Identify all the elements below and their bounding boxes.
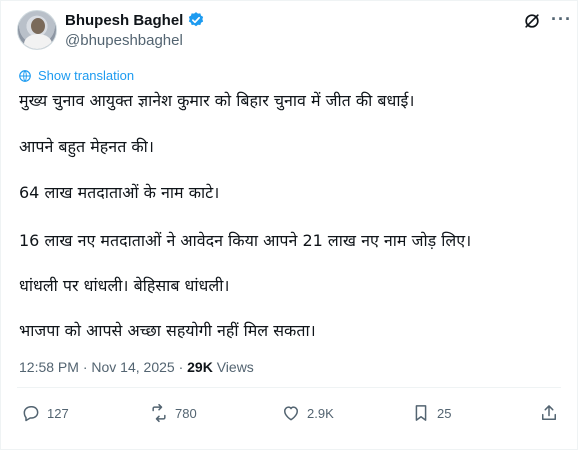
like-count: 2.9K: [307, 405, 334, 421]
author-handle[interactable]: @bhupeshbaghel: [65, 32, 183, 49]
like-icon: [284, 406, 298, 421]
tweet-text-line: 16 लाख नए मतदाताओं ने आवेदन किया आपने 21…: [19, 231, 472, 250]
reply-button[interactable]: 127: [21, 403, 69, 423]
reply-count: 127: [47, 405, 69, 421]
share-icon: [542, 405, 556, 420]
verified-badge-icon: [189, 12, 204, 27]
tweet-card: Bhupesh Baghel @bhupeshbaghel ··· Show t…: [0, 0, 578, 450]
show-translation-link[interactable]: Show translation: [18, 68, 134, 83]
grok-icon[interactable]: [522, 11, 542, 31]
action-bar: 127 780 2.9K 25: [21, 403, 561, 427]
tweet-time[interactable]: 12:58 PM: [19, 359, 79, 375]
bookmark-icon: [415, 405, 427, 421]
meta-separator: ·: [78, 359, 92, 375]
tweet-text-line: आपने बहुत मेहनत की।: [19, 137, 154, 156]
show-translation-label: Show translation: [38, 68, 135, 83]
author-name[interactable]: Bhupesh Baghel: [65, 12, 183, 29]
views-label: Views: [216, 359, 254, 375]
avatar[interactable]: [17, 10, 57, 50]
divider: [17, 387, 561, 388]
author-name-row: Bhupesh Baghel: [65, 11, 205, 29]
meta-separator: ·: [174, 359, 188, 375]
tweet-text-line: 64 लाख मतदाताओं के नाम काटे।: [19, 183, 220, 202]
views-count: 29K: [187, 359, 213, 375]
translate-icon: [19, 69, 31, 82]
repost-count: 780: [175, 405, 197, 421]
repost-icon: [152, 403, 166, 423]
like-button[interactable]: 2.9K: [281, 403, 334, 423]
tweet-text-line: मुख्य चुनाव आयुक्त ज्ञानेश कुमार को बिहा…: [19, 91, 415, 110]
tweet-text-line: धांधली पर धांधली। बेहिसाब धांधली।: [19, 276, 230, 295]
reply-icon: [23, 406, 39, 422]
tweet-meta: 12:58 PM · Nov 14, 2025 · 29K Views: [19, 359, 254, 375]
repost-button[interactable]: 780: [149, 403, 197, 423]
bookmark-count: 25: [437, 405, 452, 421]
share-button[interactable]: [539, 403, 559, 423]
tweet-date[interactable]: Nov 14, 2025: [91, 359, 174, 375]
bookmark-button[interactable]: 25: [411, 403, 451, 423]
more-icon[interactable]: ···: [551, 9, 572, 30]
tweet-text-line: भाजपा को आपसे अच्छा सहयोगी नहीं मिल सकता…: [19, 321, 316, 340]
